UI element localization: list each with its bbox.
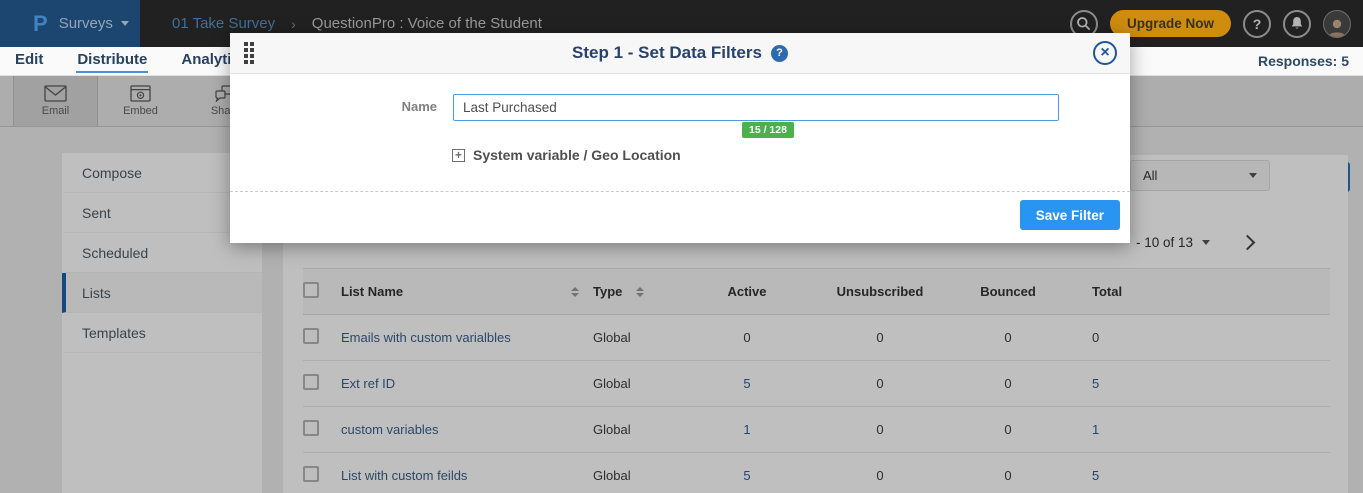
bell-icon	[1290, 16, 1304, 31]
modal-title: Step 1 - Set Data Filters	[572, 43, 762, 63]
tab-distribute[interactable]: Distribute	[76, 49, 148, 73]
expand-plus-icon: +	[452, 149, 465, 162]
surveys-menu[interactable]: P Surveys	[0, 0, 140, 47]
set-data-filters-modal: Step 1 - Set Data Filters ? × Name 15 / …	[230, 33, 1130, 243]
person-icon	[1326, 17, 1348, 37]
save-filter-button[interactable]: Save Filter	[1020, 200, 1120, 230]
chevron-down-icon	[121, 21, 129, 26]
system-variable-toggle[interactable]: + System variable / Geo Location	[452, 147, 681, 163]
modal-header: Step 1 - Set Data Filters ? ×	[230, 33, 1130, 74]
char-counter-badge: 15 / 128	[742, 122, 794, 138]
breadcrumb-title: QuestionPro : Voice of the Student	[312, 15, 542, 32]
system-variable-label: System variable / Geo Location	[473, 147, 681, 163]
breadcrumb-survey-link[interactable]: 01 Take Survey	[172, 15, 275, 32]
responses-count[interactable]: Responses: 5	[1258, 53, 1349, 69]
filter-name-input[interactable]	[453, 94, 1059, 121]
user-avatar[interactable]	[1323, 10, 1351, 38]
workspace-label: Surveys	[59, 15, 113, 32]
search-icon	[1076, 16, 1091, 31]
breadcrumb-separator: ›	[291, 16, 296, 32]
name-field-label: Name	[380, 99, 437, 114]
question-mark-icon: ?	[1253, 16, 1262, 32]
app-screen: P Surveys 01 Take Survey › QuestionPro :…	[0, 0, 1363, 493]
modal-body: Name 15 / 128 + System variable / Geo Lo…	[230, 74, 1130, 244]
tab-edit[interactable]: Edit	[14, 49, 44, 73]
notifications-button[interactable]	[1283, 10, 1311, 38]
footer-divider	[230, 191, 1130, 192]
close-icon[interactable]: ×	[1093, 41, 1117, 65]
help-button[interactable]: ?	[1243, 10, 1271, 38]
questionpro-logo: P	[33, 13, 48, 35]
modal-help-icon[interactable]: ?	[771, 45, 788, 62]
